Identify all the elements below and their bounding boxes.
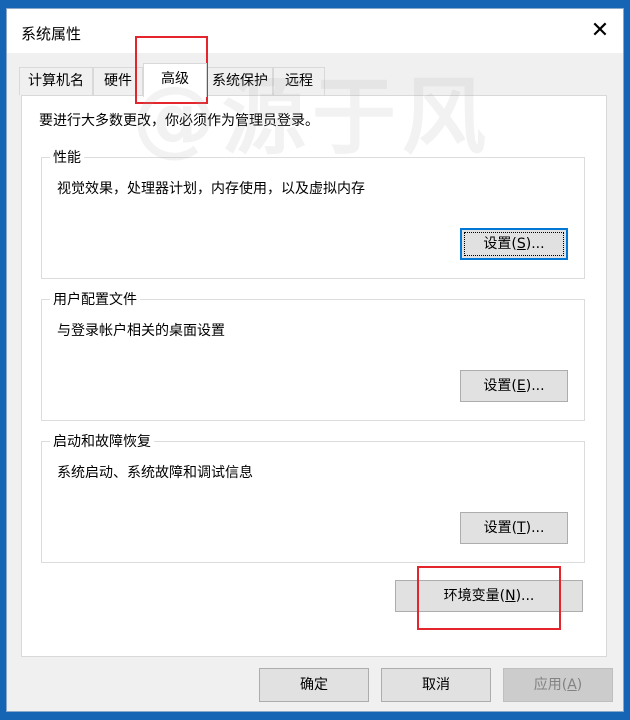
tab-computer-name[interactable]: 计算机名 [19,67,93,95]
user-profiles-settings-button[interactable]: 设置(E)... [460,370,568,402]
tab-system-protection[interactable]: 系统保护 [207,67,273,95]
admin-notice: 要进行大多数更改，你必须作为管理员登录。 [39,113,319,129]
user-profiles-group-title: 用户配置文件 [50,289,140,309]
performance-group: 性能 视觉效果，处理器计划，内存使用，以及虚拟内存 设置(S)... [41,147,585,279]
ok-button[interactable]: 确定 [259,668,369,702]
user-profiles-group: 用户配置文件 与登录帐户相关的桌面设置 设置(E)... [41,289,585,421]
performance-description: 视觉效果，处理器计划，内存使用，以及虚拟内存 [57,181,365,197]
startup-recovery-group-title: 启动和故障恢复 [50,431,154,451]
title-bar[interactable]: 系统属性 ✕ [7,9,623,53]
startup-recovery-group: 启动和故障恢复 系统启动、系统故障和调试信息 设置(T)... [41,431,585,563]
close-icon[interactable]: ✕ [577,9,623,53]
apply-button[interactable]: 应用(A) [503,668,613,702]
tab-advanced[interactable]: 高级 [143,63,207,97]
tab-remote[interactable]: 远程 [273,67,325,95]
startup-recovery-settings-button[interactable]: 设置(T)... [460,512,568,544]
env-button-highlight-box [417,566,561,630]
user-profiles-description: 与登录帐户相关的桌面设置 [57,323,225,339]
window-title: 系统属性 [21,25,82,43]
startup-recovery-description: 系统启动、系统故障和调试信息 [57,465,253,481]
performance-group-title: 性能 [50,147,84,167]
cancel-button[interactable]: 取消 [381,668,491,702]
performance-settings-button[interactable]: 设置(S)... [460,228,568,260]
